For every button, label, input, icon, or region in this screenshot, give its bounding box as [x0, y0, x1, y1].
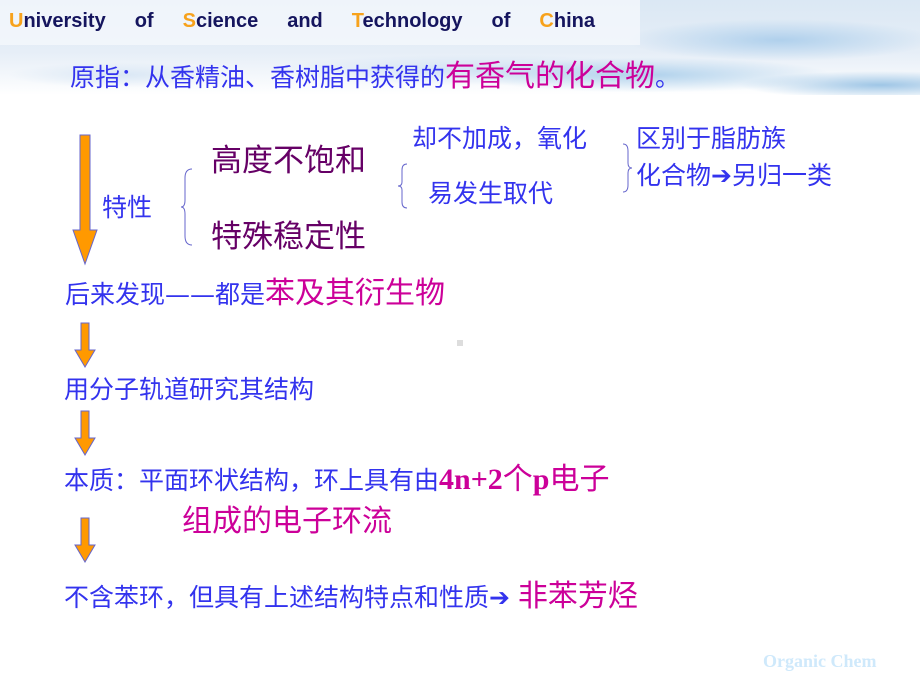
down-arrow-icon	[74, 517, 96, 563]
header-word: Technology	[351, 10, 463, 32]
header-word: of	[491, 10, 511, 32]
header-word: China	[539, 10, 595, 32]
header-word: University	[9, 10, 106, 32]
left-brace-icon	[180, 168, 193, 246]
down-arrow-icon	[74, 410, 96, 456]
header-word: and	[287, 10, 323, 32]
down-arrow-icon	[72, 134, 98, 266]
study-line: 用分子轨道研究其结构	[64, 375, 315, 404]
origin-highlight: 有香气的化合物	[445, 59, 656, 94]
footer-watermark: Organic Chem	[763, 651, 877, 671]
right-brace-icon	[622, 143, 633, 193]
nonbenzenoid-highlight: 非苯芳烃	[517, 579, 638, 614]
university-title: University of Science and Technology of China	[9, 10, 595, 33]
essence-line: 本质：平面环状结构，环上具有由4n+2个p电子	[64, 462, 610, 497]
left-brace-icon	[397, 163, 408, 209]
huckel-formula: 4n+2	[439, 463, 503, 496]
stray-dot	[457, 340, 463, 346]
origin-line: 原指：从香精油、香树脂中获得的有香气的化合物。	[70, 59, 681, 94]
header-word: of	[134, 10, 154, 32]
sub-property-no-addition: 却不加成，氧化	[412, 124, 588, 153]
discovery-highlight: 苯及其衍生物	[265, 276, 446, 311]
right-arrow-icon: ➔	[711, 161, 732, 190]
discovery-line: 后来发现——都是苯及其衍生物	[65, 276, 446, 311]
down-arrow-icon	[74, 322, 96, 368]
essence-line-2: 组成的电子环流	[182, 504, 392, 539]
conclusion-line-1: 区别于脂肪族	[636, 124, 787, 153]
nonbenzenoid-line: 不含苯环，但具有上述结构特点和性质➔ 非苯芳烃	[64, 579, 638, 614]
properties-label: 特性	[102, 193, 153, 222]
sub-property-substitution: 易发生取代	[428, 179, 554, 208]
property-high-unsaturation: 高度不饱和	[211, 143, 366, 179]
conclusion-line-2: 化合物➔另归一类	[636, 161, 832, 190]
property-special-stability: 特殊稳定性	[211, 219, 366, 255]
right-arrow-icon: ➔	[489, 583, 510, 612]
header-word: Science	[182, 10, 259, 32]
